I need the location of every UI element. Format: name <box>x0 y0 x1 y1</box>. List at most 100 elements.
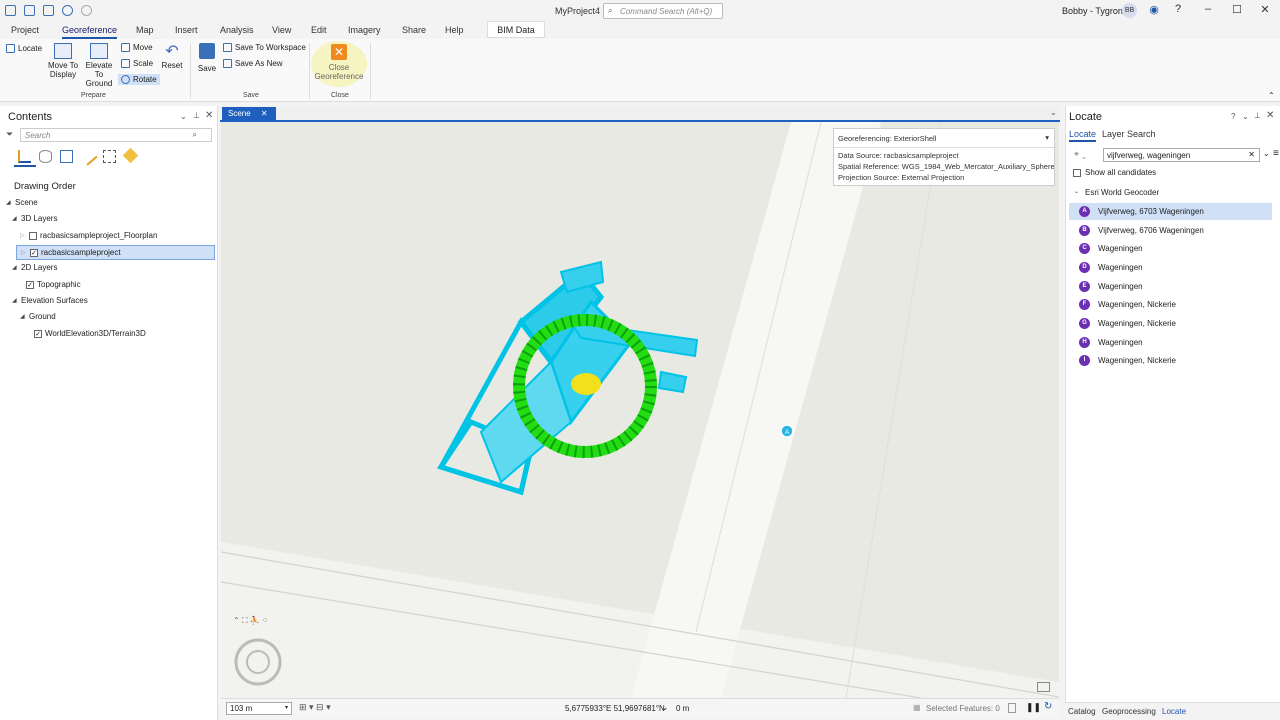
georef-header[interactable]: Georeferencing: ExteriorShell ▾ <box>834 129 1054 148</box>
tab-imagery[interactable]: Imagery <box>348 25 381 35</box>
menu-icon[interactable]: ≡ <box>1273 148 1279 159</box>
tree-item-worldelevation[interactable]: ✓ WorldElevation3D/Terrain3D <box>34 329 146 338</box>
expand-icon[interactable]: ▷ <box>21 249 27 256</box>
close-window-button[interactable]: ✕ <box>1257 3 1273 16</box>
rotate-button[interactable]: Rotate <box>118 74 160 85</box>
attribution-icon[interactable] <box>1037 682 1050 692</box>
tab-bim-data[interactable]: BIM Data <box>487 21 545 38</box>
pane-options-icon[interactable]: ⌄ <box>180 112 187 121</box>
tab-geoprocessing[interactable]: Geoprocessing <box>1102 707 1156 716</box>
move-button[interactable]: Move <box>121 43 153 52</box>
close-tab-icon[interactable]: ✕ <box>261 109 268 118</box>
tab-locate-bottom[interactable]: Locate <box>1162 707 1186 716</box>
drawing-order-icon[interactable] <box>18 150 31 163</box>
tree-item-elevation-surfaces[interactable]: ◢ Elevation Surfaces <box>12 296 88 305</box>
tab-analysis[interactable]: Analysis <box>220 25 254 35</box>
clear-search-icon[interactable]: ✕ <box>1248 150 1255 159</box>
list-item[interactable]: B Vijfverweg, 6706 Wageningen <box>1069 222 1272 239</box>
maximize-button[interactable]: ☐ <box>1229 3 1245 16</box>
view-tools-icon[interactable]: ⊞ ▾ ⊟ ▾ <box>299 702 331 713</box>
layer-checkbox[interactable] <box>29 231 37 240</box>
close-pane-icon[interactable]: ✕ <box>205 110 213 121</box>
rotation-center-handle[interactable] <box>571 373 601 395</box>
pin-icon[interactable]: ⊥ <box>1254 111 1261 120</box>
snapping-icon[interactable] <box>103 150 116 163</box>
avatar[interactable]: BB <box>1122 3 1137 18</box>
tab-layer-search[interactable]: Layer Search <box>1102 129 1156 139</box>
list-item[interactable]: I Wageningen, Nickerie <box>1069 352 1272 369</box>
tree-item-floorplan[interactable]: ▷ racbasicsampleproject_Floorplan <box>20 231 157 240</box>
layer-checkbox[interactable]: ✓ <box>30 248 38 257</box>
move-to-display-button[interactable]: Move To Display <box>46 43 80 79</box>
locate-search-input[interactable]: vijfverweg, wageningen ✕ <box>1103 148 1260 162</box>
coordinate-format-icon[interactable]: ⌄ <box>661 702 669 713</box>
show-all-candidates-toggle[interactable]: Show all candidates <box>1073 168 1156 177</box>
selection-icon[interactable] <box>60 150 73 163</box>
layer-checkbox[interactable]: ✓ <box>26 280 34 289</box>
collapse-icon[interactable]: ⌄ <box>1074 188 1080 197</box>
save-as-new-button[interactable]: Save As New <box>223 59 283 68</box>
dropdown-icon[interactable]: ▾ <box>1045 133 1049 142</box>
elevate-to-ground-button[interactable]: Elevate To Ground <box>81 43 117 88</box>
pause-drawing-icon[interactable]: ❚❚ <box>1026 702 1041 713</box>
tab-help[interactable]: Help <box>445 25 464 35</box>
list-item[interactable]: F Wageningen, Nickerie <box>1069 296 1272 313</box>
undo-icon[interactable] <box>62 5 73 16</box>
geocoder-group[interactable]: ⌄ Esri World Geocoder <box>1074 188 1159 197</box>
save-button[interactable]: Save <box>197 43 217 73</box>
reset-button[interactable]: ↶ Reset <box>160 43 184 70</box>
collapse-ribbon-icon[interactable]: ⌃ <box>1268 91 1275 100</box>
pin-icon[interactable]: ⊥ <box>193 111 200 120</box>
filter-icon[interactable]: ⏷ <box>6 129 13 140</box>
tab-view[interactable]: View <box>272 25 291 35</box>
locate-button[interactable]: Locate <box>6 44 42 53</box>
contents-search-input[interactable]: Search ⌕ <box>20 128 212 142</box>
help-icon[interactable]: ? <box>1231 112 1235 121</box>
tree-item-ground[interactable]: ◢ Ground <box>20 312 56 321</box>
search-dropdown-icon[interactable]: ⌄ <box>1263 149 1270 158</box>
open-icon[interactable] <box>24 5 35 16</box>
scale-button[interactable]: Scale <box>121 59 153 68</box>
tab-list-icon[interactable]: ⌄ <box>1050 108 1057 117</box>
close-pane-icon[interactable]: ✕ <box>1266 110 1274 121</box>
expand-icon[interactable]: ◢ <box>12 297 18 304</box>
list-item[interactable]: A Vijfverweg, 6703 Wageningen <box>1069 203 1272 220</box>
expand-icon[interactable]: ▷ <box>20 232 26 239</box>
labeling-icon[interactable] <box>122 147 139 164</box>
tab-insert[interactable]: Insert <box>175 25 198 35</box>
tree-item-2d-layers[interactable]: ◢ 2D Layers <box>12 263 57 272</box>
tab-project[interactable]: Project <box>11 25 39 35</box>
locate-options-icon[interactable]: ⌖ ⌄ <box>1074 149 1086 160</box>
notification-icon[interactable]: ◉ <box>1146 3 1162 16</box>
list-item[interactable]: C Wageningen <box>1069 240 1272 257</box>
tree-item-racbasicsampleproject[interactable]: ▷ ✓ racbasicsampleproject <box>16 245 215 260</box>
help-icon[interactable]: ? <box>1170 3 1186 15</box>
scene-view[interactable]: A ⌃ ⛶ ⛹ ⁘ Georeferencing: ExteriorShell … <box>221 122 1059 698</box>
pane-options-icon[interactable]: ⌄ <box>1242 112 1249 121</box>
tree-item-3d-layers[interactable]: ◢ 3D Layers <box>12 214 57 223</box>
redo-icon[interactable] <box>81 5 92 16</box>
show-all-checkbox[interactable] <box>1073 168 1081 177</box>
tab-edit[interactable]: Edit <box>311 25 327 35</box>
tab-georeference[interactable]: Georeference <box>62 25 118 39</box>
user-name[interactable]: Bobby - Tygron <box>1062 6 1123 16</box>
minimize-button[interactable]: – <box>1200 3 1216 15</box>
list-item[interactable]: D Wageningen <box>1069 259 1272 276</box>
chevron-down-icon[interactable]: ▾ <box>285 704 288 711</box>
tab-catalog[interactable]: Catalog <box>1068 707 1096 716</box>
save-project-icon[interactable] <box>43 5 54 16</box>
list-item[interactable]: H Wageningen <box>1069 334 1272 351</box>
list-item[interactable]: E Wageningen <box>1069 278 1272 295</box>
tab-locate[interactable]: Locate <box>1069 129 1097 142</box>
list-item[interactable]: G Wageningen, Nickerie <box>1069 315 1272 332</box>
tree-item-topographic[interactable]: ✓ Topographic <box>26 280 81 289</box>
scene-canvas[interactable]: A <box>221 122 1059 698</box>
tree-item-scene[interactable]: ◢ Scene <box>6 198 38 207</box>
scale-select[interactable]: 103 m ▾ <box>226 702 292 715</box>
layer-checkbox[interactable]: ✓ <box>34 329 42 338</box>
expand-icon[interactable]: ◢ <box>12 264 18 271</box>
tab-map[interactable]: Map <box>136 25 154 35</box>
expand-icon[interactable]: ◢ <box>12 215 18 222</box>
expand-icon[interactable]: ◢ <box>6 199 12 206</box>
save-to-workspace-button[interactable]: Save To Workspace <box>223 43 306 52</box>
